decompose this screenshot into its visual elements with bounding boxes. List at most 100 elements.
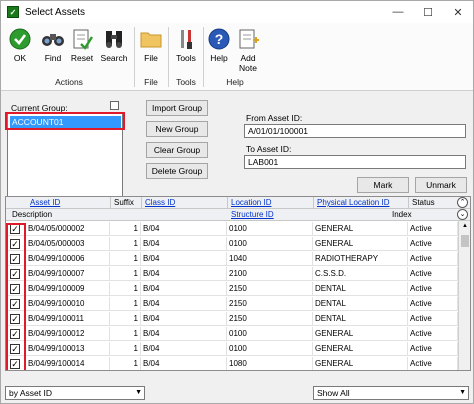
tools-icon (174, 27, 198, 51)
search-label: Search (100, 53, 128, 63)
cell-class-id: B/04 (141, 297, 227, 311)
cell-suffix: 1 (110, 357, 141, 370)
maximize-button[interactable]: ☐ (413, 1, 443, 23)
cell-physical-location-id: DENTAL (313, 282, 408, 296)
cell-class-id: B/04 (141, 237, 227, 251)
tools-label: Tools (176, 53, 196, 63)
collapse-icon[interactable]: ⌃ (457, 197, 468, 208)
reset-button[interactable]: Reset (69, 27, 95, 77)
tools-button[interactable]: Tools (172, 27, 200, 77)
cell-asset-id: B/04/05/000002 (26, 222, 110, 236)
cell-physical-location-id: C.S.S.D. (313, 267, 408, 281)
sort-dropdown[interactable]: by Asset ID ▼ (5, 386, 145, 400)
cell-class-id: B/04 (141, 342, 227, 356)
document-icon[interactable] (110, 101, 119, 110)
cell-location-id: 0100 (227, 237, 313, 251)
chevron-down-icon: ▼ (135, 389, 142, 396)
file-label: File (144, 53, 158, 63)
select-assets-window: ✓ Select Assets — ☐ ✕ OK Find Reset Sear… (0, 0, 474, 404)
add-note-button[interactable]: Add Note (235, 27, 261, 77)
search-button[interactable]: Search (99, 27, 129, 77)
delete-group-button[interactable]: Delete Group (146, 163, 208, 179)
cell-asset-id: B/04/99/100010 (26, 297, 110, 311)
header-structure-id[interactable]: Structure ID (229, 209, 309, 221)
cell-physical-location-id: GENERAL (313, 222, 408, 236)
checkmark-icon (8, 27, 32, 51)
cell-status: Active (408, 252, 458, 266)
close-button[interactable]: ✕ (443, 1, 473, 23)
cell-suffix: 1 (110, 342, 141, 356)
grid-header-row2: Description Structure ID Index ⌄ (6, 209, 470, 221)
scroll-up-icon[interactable]: ▲ (462, 223, 468, 229)
add-label: Add (240, 53, 256, 63)
mark-button[interactable]: Mark (357, 177, 409, 193)
from-asset-field[interactable]: A/01/01/100001 (244, 124, 466, 138)
column-divider (313, 197, 314, 209)
table-row[interactable]: ✓ B/04/99/100009 1 B/04 2150 DENTAL Active (6, 282, 458, 296)
import-group-button[interactable]: Import Group (146, 100, 208, 116)
cell-physical-location-id: RADIOTHERAPY (313, 252, 408, 266)
cell-location-id: 1080 (227, 357, 313, 370)
search-binoculars-icon (102, 27, 126, 51)
cell-location-id: 2150 (227, 282, 313, 296)
help-icon: ? (207, 27, 231, 51)
ok-button[interactable]: OK (7, 27, 33, 77)
minimize-button[interactable]: — (383, 1, 413, 23)
vertical-scrollbar[interactable]: ▲ (458, 221, 470, 370)
cell-asset-id: B/04/99/100007 (26, 267, 110, 281)
grid-header-row1: Asset ID Suffix Class ID Location ID Phy… (6, 197, 470, 209)
find-button[interactable]: Find (39, 27, 67, 77)
cell-asset-id: B/04/05/000003 (26, 237, 110, 251)
title-bar: ✓ Select Assets — ☐ ✕ (1, 1, 473, 23)
ribbon-separator (203, 27, 204, 87)
scroll-thumb[interactable] (461, 235, 469, 247)
header-class-id[interactable]: Class ID (143, 197, 223, 209)
table-row[interactable]: ✓ B/04/99/100012 1 B/04 0100 GENERAL Active (6, 327, 458, 341)
cell-class-id: B/04 (141, 327, 227, 341)
table-row[interactable]: ✓ B/04/99/100010 1 B/04 2150 DENTAL Active (6, 297, 458, 311)
find-label: Find (44, 53, 62, 63)
table-row[interactable]: ✓ B/04/05/000002 1 B/04 0100 GENERAL Active (6, 222, 458, 236)
header-asset-id[interactable]: Asset ID (28, 197, 108, 209)
table-row[interactable]: ✓ B/04/99/100014 1 B/04 1080 GENERAL Active (6, 357, 458, 370)
cell-suffix: 1 (110, 327, 141, 341)
cell-physical-location-id: GENERAL (313, 357, 408, 370)
cell-physical-location-id: GENERAL (313, 342, 408, 356)
file-button[interactable]: File (139, 27, 163, 77)
cell-location-id: 2150 (227, 312, 313, 326)
annotation-box (6, 223, 26, 370)
cell-suffix: 1 (110, 267, 141, 281)
header-suffix: Suffix (114, 198, 134, 207)
cell-asset-id: B/04/99/100014 (26, 357, 110, 370)
app-icon: ✓ (7, 6, 19, 18)
filter-dropdown[interactable]: Show All ▼ (313, 386, 469, 400)
table-row[interactable]: ✓ B/04/99/100007 1 B/04 2100 C.S.S.D. Active (6, 267, 458, 281)
new-group-button[interactable]: New Group (146, 121, 208, 137)
cell-suffix: 1 (110, 222, 141, 236)
table-row[interactable]: ✓ B/04/99/100006 1 B/04 1040 RADIOTHERAPY Acti… (6, 252, 458, 266)
cell-location-id: 1040 (227, 252, 313, 266)
cell-class-id: B/04 (141, 282, 227, 296)
column-divider (227, 197, 228, 209)
from-asset-label: From Asset ID: (246, 113, 303, 123)
header-physical-location-id[interactable]: Physical Location ID (315, 197, 405, 209)
clear-group-button[interactable]: Clear Group (146, 142, 208, 158)
header-index: Index (392, 210, 412, 219)
table-row[interactable]: ✓ B/04/05/000003 1 B/04 0100 GENERAL Active (6, 237, 458, 251)
column-divider (141, 197, 142, 209)
to-asset-field[interactable]: LAB001 (244, 155, 466, 169)
cell-asset-id: B/04/99/100006 (26, 252, 110, 266)
table-row[interactable]: ✓ B/04/99/100011 1 B/04 2150 DENTAL Active (6, 312, 458, 326)
assets-grid: Asset ID Suffix Class ID Location ID Phy… (5, 196, 471, 371)
cell-suffix: 1 (110, 237, 141, 251)
svg-text:?: ? (215, 31, 224, 47)
to-asset-label: To Asset ID: (246, 144, 292, 154)
header-location-id[interactable]: Location ID (229, 197, 309, 209)
unmark-button[interactable]: Unmark (415, 177, 467, 193)
ribbon-separator (134, 27, 135, 87)
help-button[interactable]: ? Help (207, 27, 231, 77)
cell-physical-location-id: DENTAL (313, 297, 408, 311)
group-file: File (144, 77, 158, 87)
table-row[interactable]: ✓ B/04/99/100013 1 B/04 0100 GENERAL Active (6, 342, 458, 356)
expand-icon[interactable]: ⌄ (457, 209, 468, 220)
